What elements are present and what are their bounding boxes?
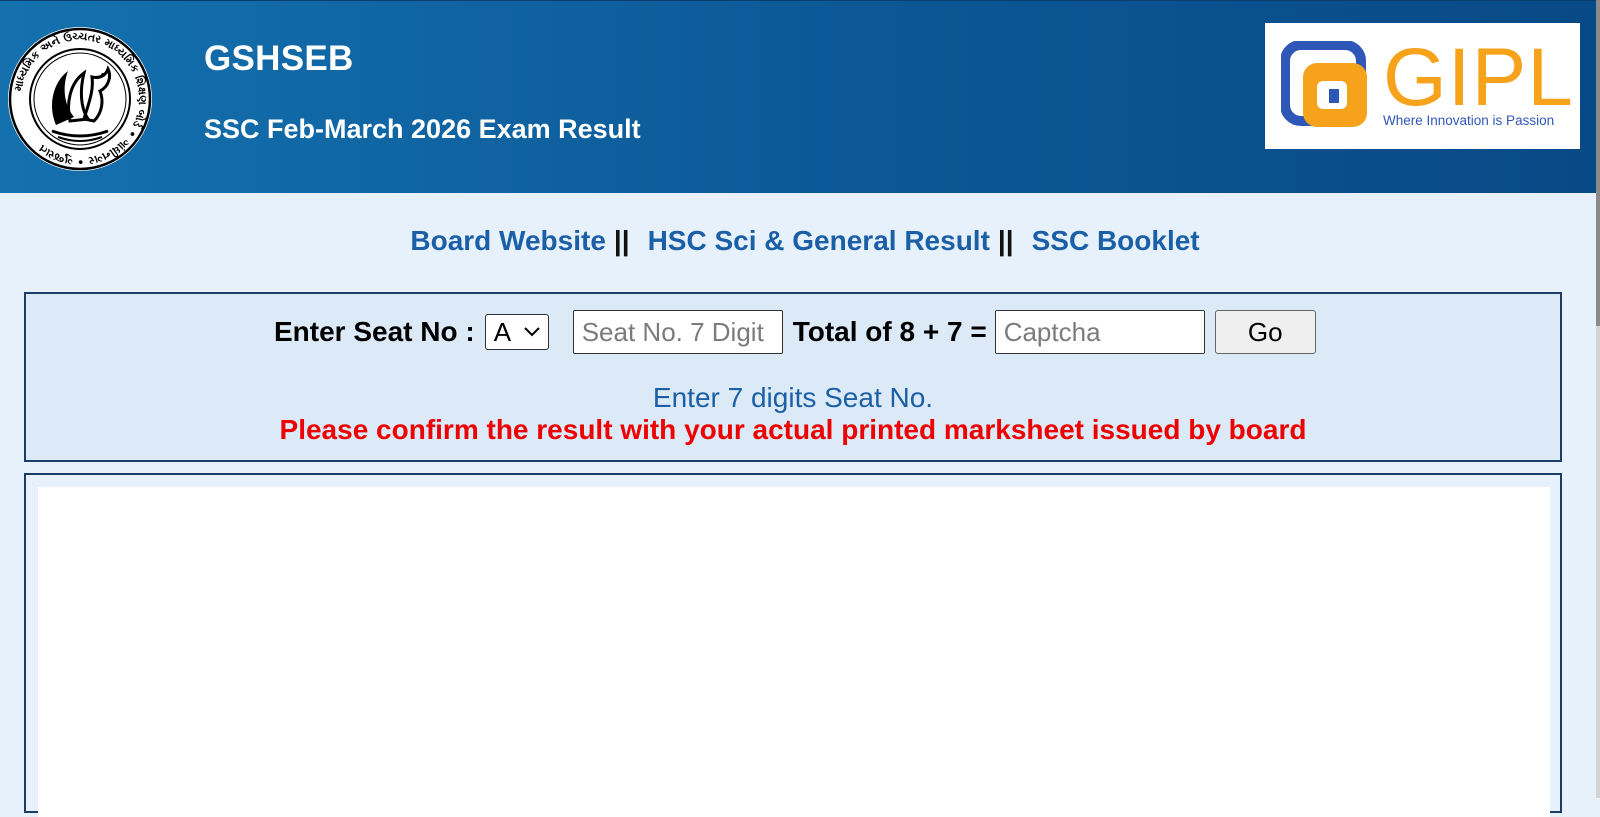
seat-form-row: Enter Seat No : A Total of 8 + 7 = Go <box>274 310 1316 354</box>
partner-logo-name: GIPL <box>1383 32 1574 123</box>
seal-emblem-icon: માધ્યમિક અને ઉચ્ચતર માધ્યમિક શિક્ષણ બોર્… <box>8 27 152 171</box>
page-title: SSC Feb-March 2026 Exam Result <box>204 114 641 144</box>
warning-message: Please confirm the result with your actu… <box>279 414 1307 445</box>
result-area <box>38 487 1550 817</box>
seat-label: Enter Seat No : <box>274 316 475 347</box>
nav-links: Board Website || HSC Sci & General Result |… <box>0 225 1600 257</box>
series-select[interactable]: A <box>484 314 549 350</box>
link-board-website[interactable]: Board Website <box>410 225 606 256</box>
gipl-mark-icon <box>1281 41 1367 127</box>
captcha-input[interactable] <box>994 310 1205 354</box>
seat-number-input[interactable] <box>572 310 783 354</box>
link-separator: || <box>613 225 630 256</box>
seat-search-panel: Enter Seat No : A Total of 8 + 7 = Go En… <box>24 292 1562 462</box>
result-frame <box>24 473 1562 817</box>
link-ssc-booklet[interactable]: SSC Booklet <box>1032 225 1200 256</box>
link-separator: || <box>997 225 1014 256</box>
seat-hint: Enter 7 digits Seat No. <box>652 382 934 413</box>
captcha-label: Total of 8 + 7 = <box>792 316 987 347</box>
site-brand: GSHSEB <box>204 39 354 78</box>
chevron-down-icon <box>523 324 540 340</box>
header-banner: માધ્યમિક અને ઉચ્ચતર માધ્યમિક શિક્ષણ બોર્… <box>0 0 1596 193</box>
series-select-value: A <box>493 316 512 347</box>
board-seal-logo: માધ્યમિક અને ઉચ્ચતર માધ્યમિક શિક્ષણ બોર્… <box>8 27 152 171</box>
link-hsc-result[interactable]: HSC Sci & General Result <box>648 225 990 256</box>
go-button[interactable]: Go <box>1214 310 1316 354</box>
partner-logo-tagline: Where Innovation is Passion <box>1383 113 1555 128</box>
partner-logo: GIPL Where Innovation is Passion <box>1265 23 1580 149</box>
scrollbar[interactable] <box>1596 0 1600 798</box>
scrollbar-thumb[interactable] <box>1596 0 1600 326</box>
